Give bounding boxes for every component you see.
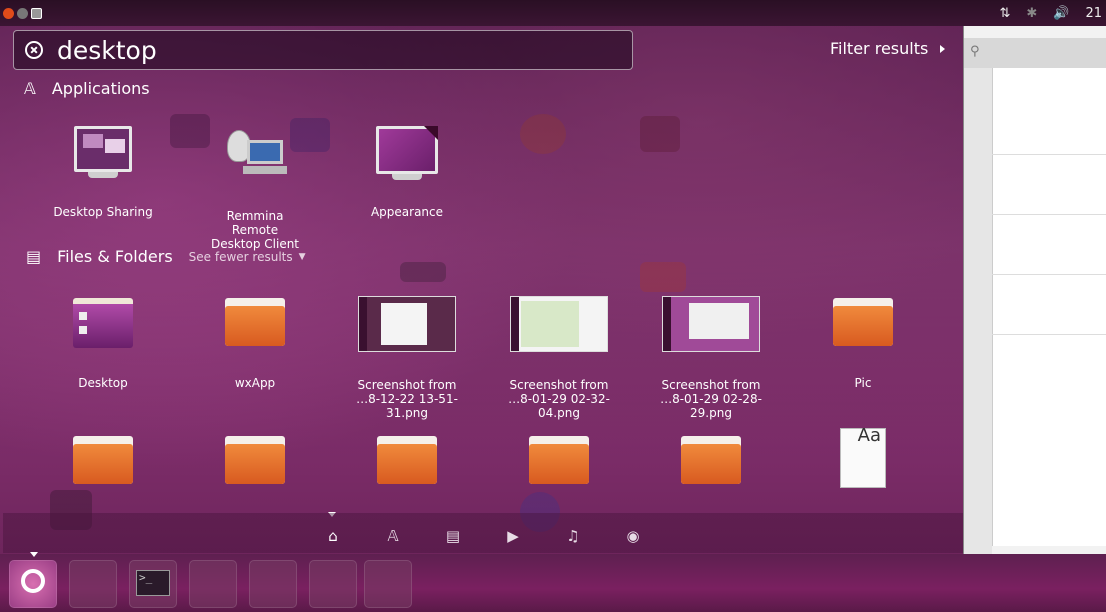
files-launcher-icon[interactable] [69,560,117,608]
folder-icon [529,436,589,484]
app-label: Remmina Remote Desktop Client [210,209,300,251]
applications-header[interactable]: 𝔸 Applications [24,79,150,98]
files-folders-header[interactable]: ▤ Files & Folders See fewer results ▼ [26,247,306,266]
minimize-window-button[interactable] [17,7,28,19]
filter-results-button[interactable]: Filter results [830,39,928,58]
firefox-launcher-icon[interactable] [189,560,237,608]
folder-icon [73,436,133,484]
top-panel: ⇅ ✱ 🔊 21 [0,0,1106,26]
clear-search-icon[interactable] [25,41,43,59]
bluetooth-icon[interactable]: ✱ [1026,6,1037,21]
appearance-icon [376,126,438,174]
ubuntu-logo-icon [21,569,45,593]
file-folder[interactable] [355,436,459,484]
home-lens-icon[interactable]: ⌂ [324,527,342,545]
file-label: Screenshot from …8-01-29 02-28-29.png [660,378,762,420]
applications-category-icon: 𝔸 [24,79,36,98]
filter-arrow-icon[interactable] [940,45,945,53]
software-center-launcher-icon[interactable] [309,560,357,608]
folder-icon [681,436,741,484]
network-icon[interactable]: ⇅ [999,6,1010,21]
section-title: Applications [51,79,150,98]
file-wxapp[interactable]: wxApp [203,298,307,390]
photo-lens-icon[interactable]: ◉ [624,527,642,545]
restore-window-button[interactable] [31,7,42,19]
file-category-icon: ▤ [26,247,42,266]
font-preview-text: Aa [857,425,881,446]
terminal-launcher-icon[interactable]: >_ [129,560,177,608]
file-screenshot-1[interactable]: Screenshot from …8-12-22 13-51-31.png [355,296,459,420]
section-title: Files & Folders [57,247,173,266]
app-appearance[interactable]: Appearance [355,126,459,219]
app-desktop-sharing[interactable]: Desktop Sharing [51,126,155,219]
applications-lens-icon[interactable]: 𝔸 [384,527,402,545]
file-screenshot-3[interactable]: Screenshot from …8-01-29 02-28-29.png [659,296,763,420]
chevron-down-icon[interactable]: ▼ [299,252,306,262]
launcher-active-indicator [30,552,38,557]
file-label: Desktop [78,376,128,390]
music-lens-icon[interactable]: ♫ [564,527,582,545]
settings-launcher-icon[interactable] [249,560,297,608]
file-font[interactable]: Aa [811,425,915,488]
file-screenshot-2[interactable]: Screenshot from …8-01-29 02-32-04.png [507,296,611,420]
file-desktop[interactable]: Desktop [49,270,155,390]
file-folder[interactable] [659,436,763,484]
files-lens-icon[interactable]: ▤ [444,527,462,545]
folder-icon [225,436,285,484]
desktop-sharing-icon [74,126,132,172]
search-input[interactable]: desktop [57,36,157,65]
file-folder[interactable] [203,436,307,484]
dash-search-box[interactable]: desktop [13,30,633,70]
see-fewer-results-link[interactable]: See fewer results [189,250,293,264]
ubuntu-dash-button[interactable] [9,560,57,608]
image-thumbnail [510,296,608,352]
file-label: Screenshot from …8-01-29 02-32-04.png [508,378,610,420]
video-lens-icon[interactable]: ▶ [504,527,522,545]
app-remmina[interactable]: Remmina Remote Desktop Client [203,126,307,251]
font-file-icon: Aa [840,425,886,488]
image-thumbnail [358,296,456,352]
app-label: Appearance [370,205,444,219]
close-window-button[interactable] [3,7,14,19]
file-folder[interactable] [507,436,611,484]
file-label: wxApp [234,376,276,390]
image-thumbnail [662,296,760,352]
volume-icon[interactable]: 🔊 [1053,6,1069,21]
file-label: Screenshot from …8-12-22 13-51-31.png [356,378,458,420]
clock[interactable]: 21 [1085,6,1102,21]
folder-icon [225,298,285,346]
workspace-switcher-icon[interactable] [364,560,412,608]
file-pic[interactable]: Pic [811,298,915,390]
file-folder[interactable] [51,436,155,484]
file-label: Pic [854,376,872,390]
system-tray: ⇅ ✱ 🔊 21 [999,0,1106,26]
background-window: ⚲ [963,26,1106,554]
folder-icon [377,436,437,484]
app-label: Desktop Sharing [53,205,153,219]
lens-bar [3,513,963,553]
remmina-icon [225,126,287,178]
search-icon[interactable]: ⚲ [970,44,980,59]
folder-icon [833,298,893,346]
desktop-folder-icon [73,298,133,348]
